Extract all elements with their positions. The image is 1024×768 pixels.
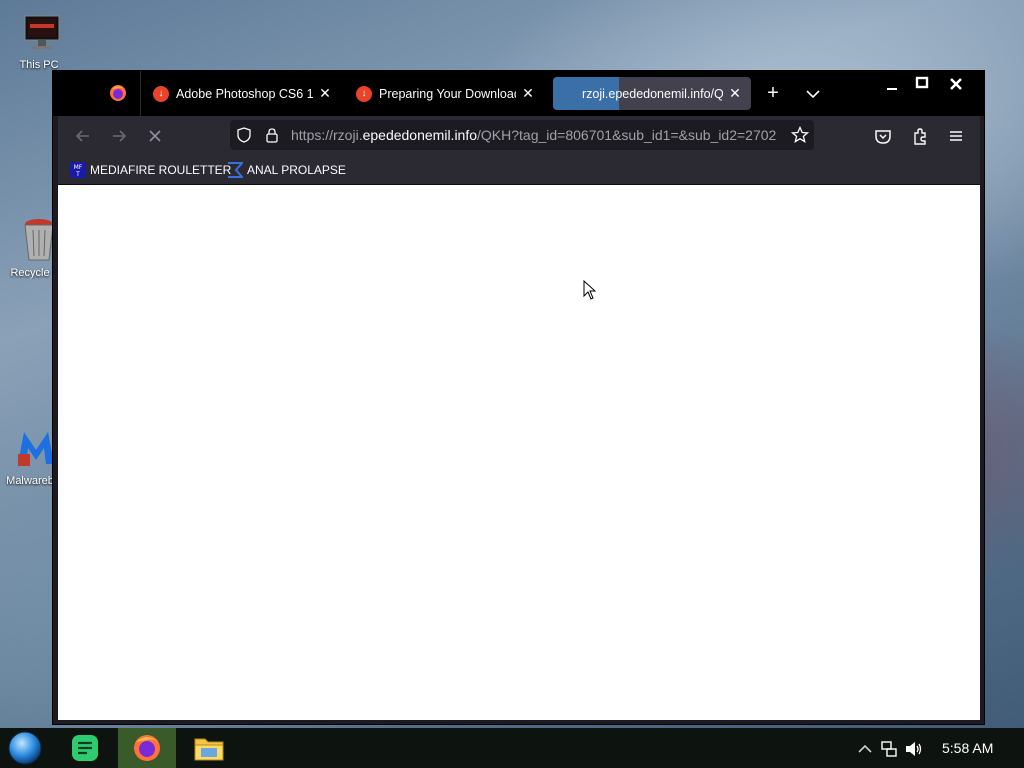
url-text[interactable]: https://rzoji.epededonemil.info/QKH?tag_… <box>291 127 779 143</box>
tab-separator <box>140 71 141 116</box>
tab-preparing-download[interactable]: ↓ Preparing Your Download - ✕ <box>348 77 544 110</box>
svg-text:MF: MF <box>74 164 83 171</box>
forward-icon[interactable] <box>108 125 130 147</box>
taskbar-app-file-explorer[interactable] <box>180 728 238 768</box>
tab-title: rzoji.epededonemil.info/QKH <box>582 86 723 101</box>
stop-loading-icon[interactable] <box>144 125 166 147</box>
navigation-toolbar: https://rzoji.epededonemil.info/QKH?tag_… <box>58 116 980 155</box>
close-tab-icon[interactable]: ✕ <box>520 85 536 102</box>
close-window-icon[interactable] <box>943 75 969 95</box>
back-icon[interactable] <box>72 125 94 147</box>
bookmark-anal-prolapse[interactable]: ANAL PROLAPSE <box>227 161 346 179</box>
lock-icon[interactable] <box>264 127 280 143</box>
extensions-icon[interactable] <box>909 125 931 147</box>
tracking-protection-shield-icon[interactable] <box>236 127 252 143</box>
url-path: /QKH?tag_id=806701&sub_id1=&sub_id2=2702 <box>477 127 777 143</box>
browser-window: ↓ Adobe Photoshop CS6 13.0 ✕ ↓ Preparing… <box>52 70 985 725</box>
firefox-icon <box>134 735 160 761</box>
computer-icon <box>24 15 60 49</box>
svg-text:T: T <box>75 171 80 178</box>
sigma-icon <box>228 162 243 178</box>
network-icon[interactable] <box>880 740 898 758</box>
bookmark-star-icon[interactable] <box>791 126 809 144</box>
page-content[interactable] <box>58 185 980 720</box>
close-tab-icon[interactable]: ✕ <box>317 85 333 102</box>
tab-title: Preparing Your Download - <box>379 86 516 101</box>
notes-app-icon <box>72 735 98 761</box>
folder-icon <box>194 738 224 761</box>
tab-title: Adobe Photoshop CS6 13.0 <box>176 86 313 101</box>
url-host: epededonemil.info <box>362 127 478 143</box>
mouse-cursor-icon <box>583 280 597 300</box>
tab-strip: ↓ Adobe Photoshop CS6 13.0 ✕ ↓ Preparing… <box>53 71 984 116</box>
taskbar-app-notes[interactable] <box>56 728 114 768</box>
new-tab-button[interactable]: + <box>761 83 785 105</box>
menu-icon[interactable] <box>945 125 967 147</box>
bookmark-label: ANAL PROLAPSE <box>247 163 346 177</box>
tab-active-rzoji[interactable]: rzoji.epededonemil.info/QKH ✕ <box>553 77 751 110</box>
maximize-icon[interactable] <box>909 75 935 95</box>
taskbar-clock[interactable]: 5:58 AM <box>942 740 993 756</box>
taskbar-app-firefox[interactable] <box>118 728 176 768</box>
firefox-view-icon[interactable] <box>109 84 127 102</box>
minimize-icon[interactable] <box>879 75 905 95</box>
taskbar: 5:58 AM <box>0 728 1024 768</box>
bookmark-label: MEDIAFIRE ROULETTER <box>90 163 232 177</box>
show-hidden-icons-chevron-icon[interactable] <box>856 740 874 758</box>
address-bar[interactable]: https://rzoji.epededonemil.info/QKH?tag_… <box>230 120 814 150</box>
start-orb-icon[interactable] <box>6 730 44 766</box>
mft-icon: MF T <box>70 162 86 178</box>
bookmarks-toolbar: MF T MEDIAFIRE ROULETTER ANAL PROLAPSE <box>58 155 980 185</box>
bookmark-mediafire-rouletter[interactable]: MF T MEDIAFIRE ROULETTER <box>70 161 231 179</box>
volume-icon[interactable] <box>904 740 924 758</box>
download-icon: ↓ <box>153 85 169 102</box>
tab-photoshop[interactable]: ↓ Adobe Photoshop CS6 13.0 ✕ <box>145 77 341 110</box>
list-all-tabs-icon[interactable] <box>801 83 825 105</box>
url-prefix: https://rzoji. <box>291 127 363 143</box>
pocket-icon[interactable] <box>872 125 894 147</box>
close-tab-icon[interactable]: ✕ <box>727 85 743 102</box>
download-icon: ↓ <box>356 85 372 102</box>
